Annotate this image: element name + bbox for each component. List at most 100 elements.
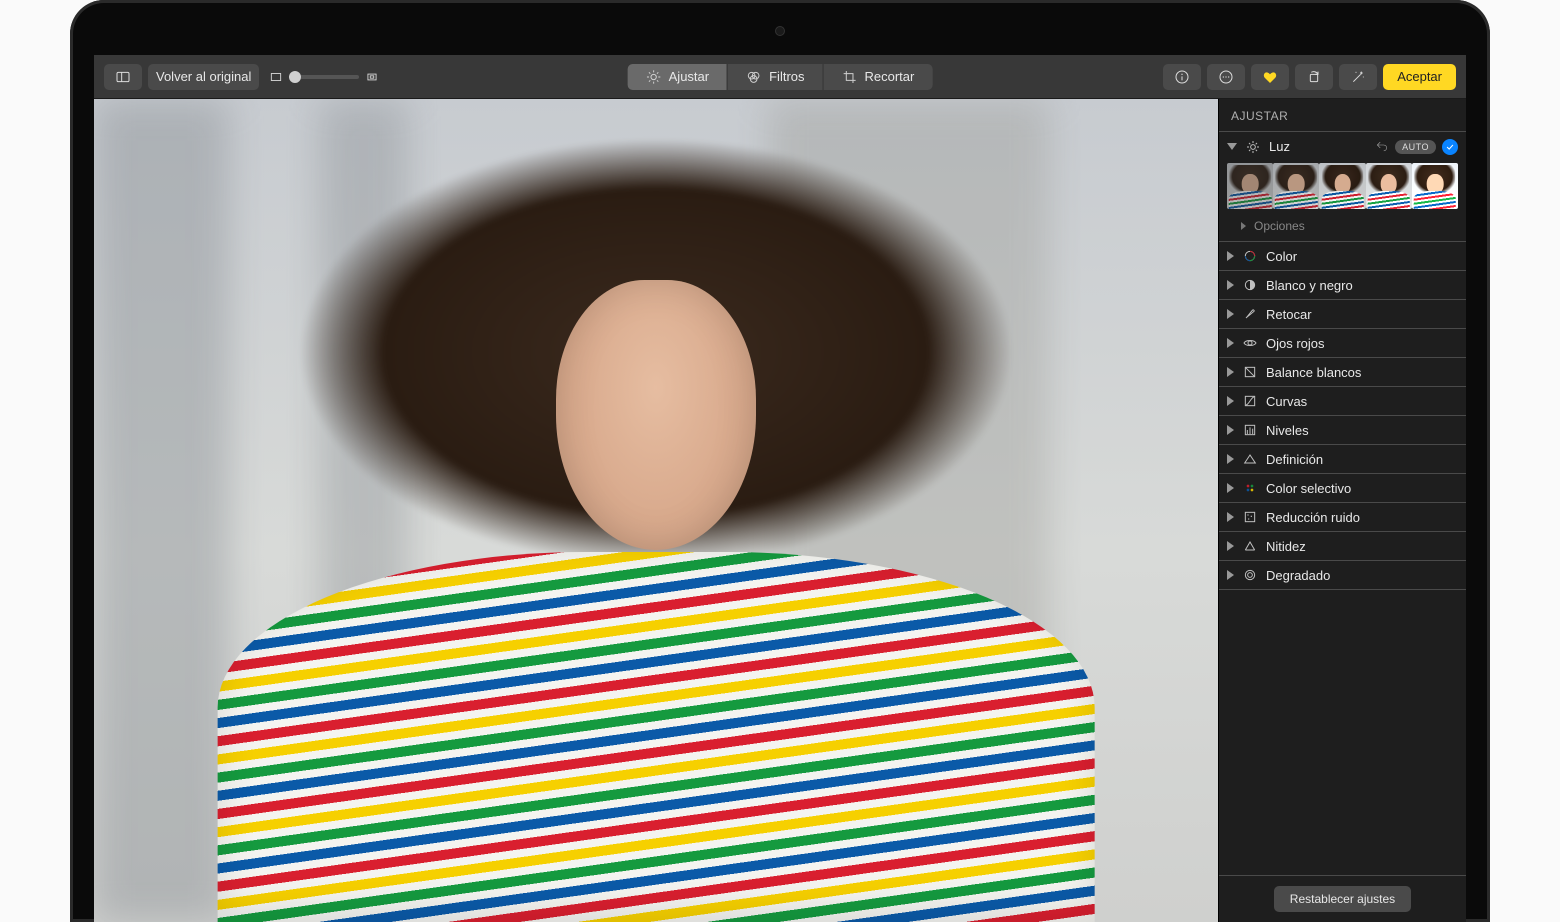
section-selectivecolor-label: Color selectivo (1266, 481, 1458, 496)
section-definition[interactable]: Definición (1219, 445, 1466, 473)
light-icon (1245, 139, 1261, 155)
section-selectivecolor[interactable]: Color selectivo (1219, 474, 1466, 502)
enabled-check-icon[interactable] (1442, 139, 1458, 155)
section-whitebalance[interactable]: Balance blancos (1219, 358, 1466, 386)
section-levels[interactable]: Niveles (1219, 416, 1466, 444)
section-bw-label: Blanco y negro (1266, 278, 1458, 293)
mode-tabs: Ajustar Filtros Recortar (628, 64, 933, 90)
accept-button[interactable]: Aceptar (1383, 64, 1456, 90)
chevron-right-icon (1227, 280, 1234, 290)
chevron-down-icon (1227, 143, 1237, 150)
chevron-right-icon (1227, 570, 1234, 580)
section-sharpen-label: Nitidez (1266, 539, 1458, 554)
section-vignette-label: Degradado (1266, 568, 1458, 583)
noisereduction-icon (1242, 509, 1258, 525)
redeye-icon (1242, 335, 1258, 351)
section-retouch[interactable]: Retocar (1219, 300, 1466, 328)
chevron-right-icon (1227, 454, 1234, 464)
section-noisereduction-label: Reducción ruido (1266, 510, 1458, 525)
photo-canvas[interactable] (94, 99, 1218, 922)
section-sharpen[interactable]: Nitidez (1219, 532, 1466, 560)
section-curves[interactable]: Curvas (1219, 387, 1466, 415)
light-preview-strip[interactable] (1219, 161, 1466, 215)
light-thumb[interactable] (1412, 163, 1458, 209)
light-thumb[interactable] (1227, 163, 1273, 209)
favorite-button[interactable] (1251, 64, 1289, 90)
rotate-icon (1306, 69, 1322, 85)
tab-adjust[interactable]: Ajustar (628, 64, 727, 90)
info-button[interactable] (1163, 64, 1201, 90)
whitebalance-icon (1242, 364, 1258, 380)
more-icon (1218, 69, 1234, 85)
light-thumb[interactable] (1319, 163, 1365, 209)
chevron-right-icon (1241, 222, 1246, 230)
chevron-right-icon (1227, 483, 1234, 493)
chevron-right-icon (1227, 338, 1234, 348)
revert-button[interactable]: Volver al original (148, 64, 259, 90)
tab-adjust-label: Ajustar (669, 69, 709, 84)
vignette-icon (1242, 567, 1258, 583)
section-light-label: Luz (1269, 139, 1367, 154)
tab-filters[interactable]: Filtros (727, 64, 822, 90)
section-bw[interactable]: Blanco y negro (1219, 271, 1466, 299)
chevron-right-icon (1227, 309, 1234, 319)
section-noisereduction[interactable]: Reducción ruido (1219, 503, 1466, 531)
light-thumb[interactable] (1366, 163, 1412, 209)
reset-adjustments-button[interactable]: Restablecer ajustes (1274, 886, 1411, 912)
section-levels-label: Niveles (1266, 423, 1458, 438)
chevron-right-icon (1227, 251, 1234, 261)
more-button[interactable] (1207, 64, 1245, 90)
chevron-right-icon (1227, 367, 1234, 377)
zoom-slider[interactable] (289, 75, 359, 79)
section-whitebalance-label: Balance blancos (1266, 365, 1458, 380)
retouch-icon (1242, 306, 1258, 322)
zoom-control[interactable] (269, 70, 379, 84)
levels-icon (1242, 422, 1258, 438)
undo-icon[interactable] (1375, 138, 1389, 155)
zoom-in-icon (365, 70, 379, 84)
sidebar-icon (115, 69, 131, 85)
chevron-right-icon (1227, 512, 1234, 522)
light-thumb[interactable] (1273, 163, 1319, 209)
definition-icon (1242, 451, 1258, 467)
section-vignette[interactable]: Degradado (1219, 561, 1466, 589)
camera-dot (775, 26, 785, 36)
section-light-header[interactable]: Luz AUTO (1219, 132, 1466, 161)
chevron-right-icon (1227, 425, 1234, 435)
chevron-right-icon (1227, 541, 1234, 551)
sharpen-icon (1242, 538, 1258, 554)
section-light: Luz AUTO (1219, 132, 1466, 242)
toolbar: Volver al original Ajustar Filtros (94, 55, 1466, 99)
section-curves-label: Curvas (1266, 394, 1458, 409)
heart-icon (1262, 69, 1278, 85)
section-color[interactable]: Color (1219, 242, 1466, 270)
light-options-toggle[interactable]: Opciones (1219, 215, 1466, 241)
chevron-right-icon (1227, 396, 1234, 406)
sidebar-toggle-button[interactable] (104, 64, 142, 90)
tab-filters-label: Filtros (769, 69, 804, 84)
magic-wand-icon (1350, 69, 1366, 85)
section-retouch-label: Retocar (1266, 307, 1458, 322)
section-redeye[interactable]: Ojos rojos (1219, 329, 1466, 357)
filters-icon (746, 69, 762, 85)
section-color-label: Color (1266, 249, 1458, 264)
selectivecolor-icon (1242, 480, 1258, 496)
zoom-out-icon (269, 70, 283, 84)
rotate-button[interactable] (1295, 64, 1333, 90)
crop-icon (842, 69, 858, 85)
section-definition-label: Definición (1266, 452, 1458, 467)
bw-icon (1242, 277, 1258, 293)
adjust-sidebar: AJUSTAR Luz (1218, 99, 1466, 922)
sidebar-title: AJUSTAR (1219, 99, 1466, 132)
adjust-icon (646, 69, 662, 85)
light-options-label: Opciones (1254, 219, 1305, 233)
auto-badge[interactable]: AUTO (1395, 140, 1436, 154)
info-icon (1174, 69, 1190, 85)
tab-crop-label: Recortar (865, 69, 915, 84)
tab-crop[interactable]: Recortar (823, 64, 933, 90)
photo-portrait (94, 99, 1218, 922)
app-window: Volver al original Ajustar Filtros (94, 55, 1466, 922)
color-icon (1242, 248, 1258, 264)
curves-icon (1242, 393, 1258, 409)
magic-button[interactable] (1339, 64, 1377, 90)
